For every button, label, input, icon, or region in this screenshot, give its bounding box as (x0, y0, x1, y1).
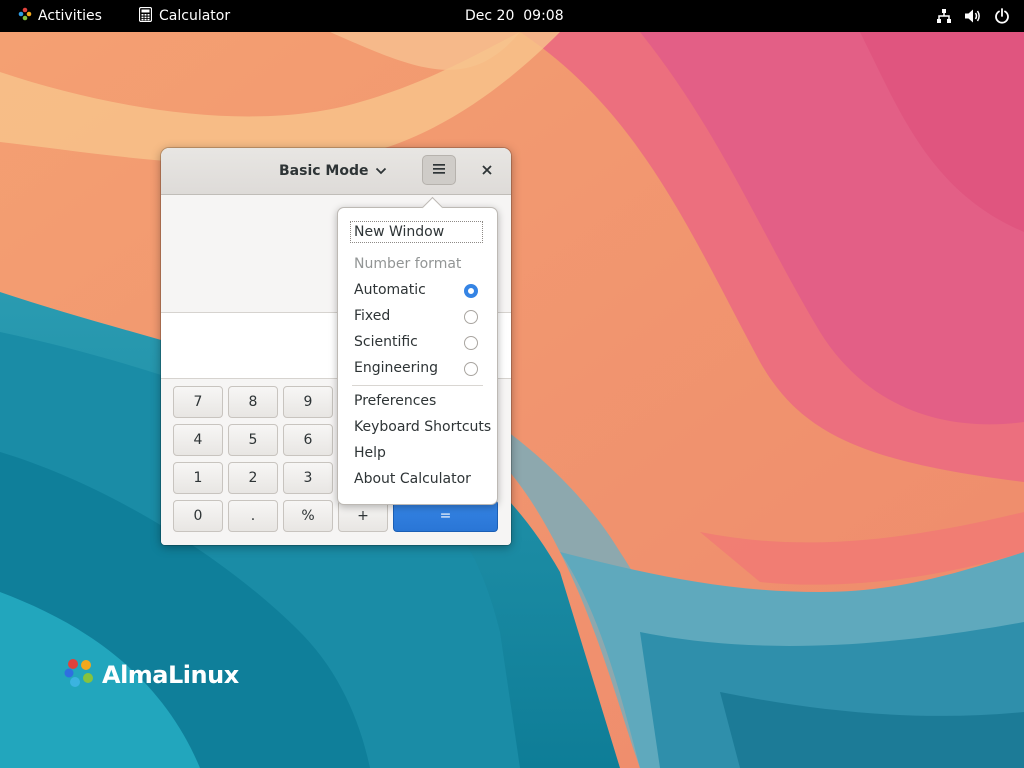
calculator-icon (138, 6, 153, 26)
menu-item-format-automatic[interactable]: Automatic (354, 282, 426, 298)
number-format-heading: Number format (354, 256, 462, 272)
close-icon (482, 163, 492, 179)
almalinux-logo-icon (18, 7, 32, 25)
mode-label: Basic Mode (279, 163, 369, 179)
key-two-button[interactable]: 2 (228, 462, 278, 494)
key-four-button[interactable]: 4 (173, 424, 223, 456)
menu-item-new-window[interactable]: New Window (350, 221, 483, 243)
menu-item-help[interactable]: Help (354, 445, 386, 461)
menu-item-new-window-label: New Window (354, 224, 445, 240)
radio-format-automatic[interactable] (464, 284, 478, 298)
close-window-button[interactable] (475, 159, 499, 183)
menu-item-preferences[interactable]: Preferences (354, 393, 436, 409)
clock-button[interactable]: Dec 20 09:08 (465, 0, 564, 32)
power-icon[interactable] (994, 8, 1010, 24)
app-name-label: Calculator (159, 8, 231, 24)
clock-label: Dec 20 09:08 (465, 8, 564, 24)
mode-selector-button[interactable]: Basic Mode (279, 158, 387, 184)
network-icon[interactable] (936, 8, 952, 24)
menu-separator (352, 385, 483, 386)
key-eight-button[interactable]: 8 (228, 386, 278, 418)
key-seven-button[interactable]: 7 (173, 386, 223, 418)
menu-item-about[interactable]: About Calculator (354, 471, 471, 487)
key-decimal-button[interactable]: . (228, 500, 278, 532)
app-menu-button[interactable]: Calculator (138, 0, 231, 32)
key-percent-button[interactable]: % (283, 500, 333, 532)
activities-button[interactable]: Activities (18, 0, 102, 32)
window-header-bar: Basic Mode (161, 148, 511, 195)
key-zero-button[interactable]: 0 (173, 500, 223, 532)
chevron-down-icon (375, 163, 387, 179)
almalinux-logo-icon (62, 656, 96, 694)
key-three-button[interactable]: 3 (283, 462, 333, 494)
menu-item-format-scientific[interactable]: Scientific (354, 334, 418, 350)
menu-item-format-fixed[interactable]: Fixed (354, 308, 390, 324)
key-one-button[interactable]: 1 (173, 462, 223, 494)
radio-format-engineering[interactable] (464, 362, 478, 376)
brand-text: AlmaLinux (102, 661, 239, 689)
radio-format-scientific[interactable] (464, 336, 478, 350)
radio-format-fixed[interactable] (464, 310, 478, 324)
key-six-button[interactable]: 6 (283, 424, 333, 456)
menu-item-keyboard-shortcuts[interactable]: Keyboard Shortcuts (354, 419, 491, 435)
main-menu-popover: New Window Number format Automatic Fixed… (337, 196, 498, 505)
hamburger-icon (433, 162, 445, 178)
key-five-button[interactable]: 5 (228, 424, 278, 456)
key-nine-button[interactable]: 9 (283, 386, 333, 418)
main-menu-button[interactable] (422, 155, 456, 185)
top-bar: Activities Calculator Dec 20 09:08 (0, 0, 1024, 32)
activities-label: Activities (38, 8, 102, 24)
almalinux-branding: AlmaLinux (62, 656, 239, 694)
menu-item-format-engineering[interactable]: Engineering (354, 360, 438, 376)
volume-icon[interactable] (964, 8, 982, 24)
system-status-area[interactable] (936, 0, 1010, 32)
